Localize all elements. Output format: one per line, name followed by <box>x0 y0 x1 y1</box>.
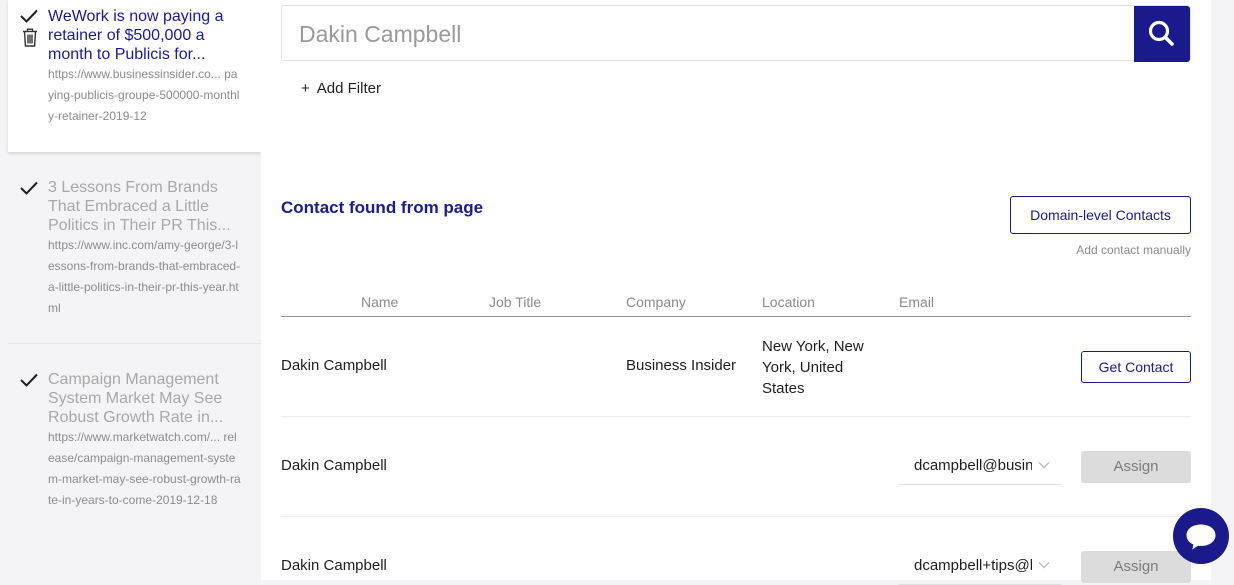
article-item[interactable]: WeWork is now paying a retainer of $500,… <box>8 0 261 152</box>
column-header-location: Location <box>762 294 815 310</box>
article-url: https://www.inc.com/amy-george/3-lessons… <box>48 238 241 315</box>
get-contact-button[interactable]: Get Contact <box>1081 351 1191 383</box>
article-sidebar: WeWork is now paying a retainer of $500,… <box>8 0 261 580</box>
contact-name: Dakin Campbell <box>281 457 387 474</box>
contact-location: New York, New York, United States <box>762 338 864 397</box>
contact-name: Dakin Campbell <box>281 357 387 374</box>
column-header-company: Company <box>626 294 686 310</box>
header-divider <box>281 316 1191 317</box>
search-button[interactable] <box>1134 6 1190 62</box>
row-divider <box>281 416 1191 417</box>
chat-icon <box>1186 524 1216 550</box>
domain-contacts-button[interactable]: Domain-level Contacts <box>1010 196 1191 234</box>
column-header-name: Name <box>361 294 399 310</box>
article-title[interactable]: WeWork is now paying a retainer of $500,… <box>48 7 238 64</box>
plus-icon: + <box>301 80 310 97</box>
chat-button[interactable] <box>1173 508 1229 564</box>
email-select[interactable]: dcampbell@businessinsider.com <box>899 449 1061 485</box>
contact-company: Business Insider <box>626 357 737 374</box>
add-filter-button[interactable]: + Add Filter <box>301 80 381 97</box>
check-icon[interactable] <box>20 373 38 387</box>
search-icon <box>1148 20 1174 46</box>
article-item[interactable]: 3 Lessons From Brands That Embraced a Li… <box>8 152 261 344</box>
article-title[interactable]: Campaign Management System Market May Se… <box>48 370 238 427</box>
check-icon[interactable] <box>20 181 38 195</box>
row-divider <box>281 516 1191 517</box>
column-header-email: Email <box>899 294 935 310</box>
contact-panel: + Add Filter Contact found from page Doma… <box>261 0 1211 585</box>
chevron-down-icon <box>1038 462 1050 469</box>
article-url: https://www.marketwatch.com/... release/… <box>48 430 241 507</box>
chevron-down-icon <box>1038 562 1050 569</box>
trash-icon[interactable] <box>22 28 38 47</box>
search-bar <box>281 5 1191 62</box>
search-input[interactable] <box>283 7 1151 61</box>
article-title[interactable]: 3 Lessons From Brands That Embraced a Li… <box>48 178 238 235</box>
article-url: https://www.businessinsider.co... paying… <box>48 67 240 123</box>
check-icon[interactable] <box>20 9 38 23</box>
column-header-job-title: Job Title <box>489 294 542 310</box>
section-title: Contact found from page <box>281 198 484 217</box>
email-value: dcampbell+tips@businessinsider.com <box>914 557 1032 574</box>
article-item[interactable]: Campaign Management System Market May Se… <box>8 344 261 580</box>
add-contact-manually-link[interactable]: Add contact manually <box>1076 243 1191 257</box>
contact-name: Dakin Campbell <box>281 557 387 574</box>
assign-button[interactable]: Assign <box>1081 451 1191 483</box>
email-value: dcampbell@businessinsider.com <box>914 457 1032 474</box>
add-filter-label: Add Filter <box>316 80 381 97</box>
